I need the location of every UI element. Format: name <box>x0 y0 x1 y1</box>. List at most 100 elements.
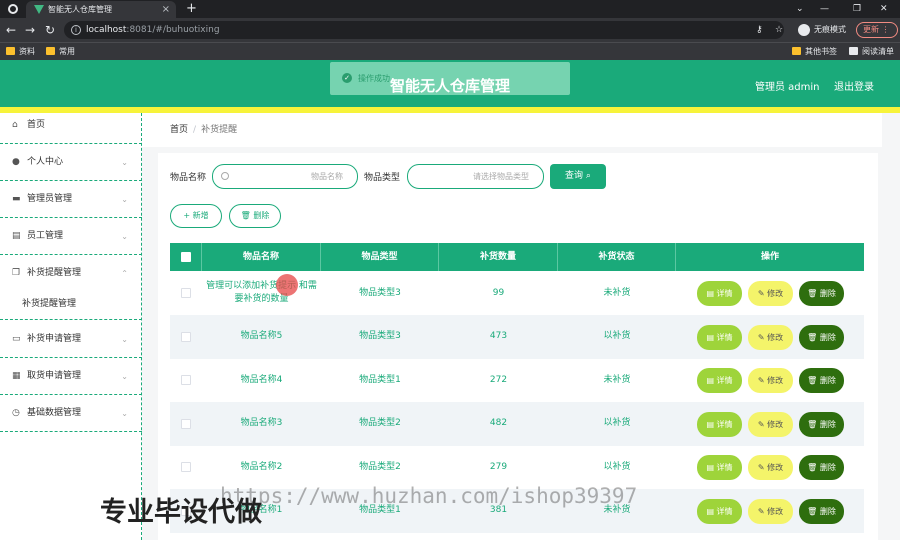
browser-tab[interactable]: 智能无人仓库管理 × <box>26 1 176 18</box>
delete-button[interactable]: 🗑 删除 <box>799 411 844 437</box>
sidebar-item-restock-reminder[interactable]: ❐ 补货提醒管理 ⌃ <box>0 255 142 292</box>
breadcrumb: 首页 / 补货提醒 <box>142 113 882 147</box>
reload-icon[interactable]: ↻ <box>45 20 55 40</box>
detail-button[interactable]: ▤ 详情 <box>697 324 742 350</box>
incognito-profile[interactable]: 无痕模式 <box>798 21 846 39</box>
clock-icon: ◷ <box>12 408 20 418</box>
edit-button[interactable]: ✎ 修改 <box>748 455 793 480</box>
bookmark-folder[interactable]: 常用 <box>46 43 75 60</box>
doc-icon: ▤ <box>706 506 717 516</box>
delete-button[interactable]: 🗑 删除 <box>799 498 844 524</box>
back-icon[interactable]: ← <box>6 20 16 40</box>
vue-logo-icon <box>34 5 44 14</box>
pencil-icon: ✎ <box>757 332 768 342</box>
sidebar-item-profile[interactable]: ● 个人中心 ⌄ <box>0 144 142 181</box>
sidebar-item-label: 基础数据管理 <box>27 408 82 418</box>
sidebar-item-label: 管理员管理 <box>27 194 73 204</box>
add-button[interactable]: + 新增 <box>170 204 222 228</box>
row-checkbox[interactable] <box>181 418 191 429</box>
name-filter-placeholder: 物品名称 <box>311 172 343 181</box>
delete-button-label: 删除 <box>819 419 836 429</box>
cell-qty: 473 <box>489 331 508 341</box>
browser-urlbar: ← → ↻ i localhost:8081/#/buhuotixing <box>0 18 900 42</box>
tab-title: 智能无人仓库管理 <box>48 5 112 14</box>
detail-button[interactable]: ▤ 详情 <box>697 368 742 393</box>
sidebar-item-base-data[interactable]: ◷ 基础数据管理 ⌄ <box>0 395 142 432</box>
table-row[interactable]: 物品名称4 物品类型1 272 未补货 ▤ 详情 ✎ 修改 🗑 删除 <box>170 358 864 402</box>
address-bar[interactable]: i localhost:8081/#/buhuotixing <box>64 21 784 39</box>
window-close-icon[interactable]: ✕ <box>880 0 888 18</box>
folder-icon <box>792 47 801 55</box>
edit-button[interactable]: ✎ 修改 <box>748 281 793 306</box>
delete-button-label: 删除 <box>819 289 836 298</box>
update-button[interactable]: 更新 ⋮ <box>856 22 898 38</box>
info-icon[interactable]: i <box>71 25 81 35</box>
reading-list[interactable]: 阅读清单 <box>849 43 894 60</box>
detail-button[interactable]: ▤ 详情 <box>697 411 742 437</box>
sidebar-item-home[interactable]: ⌂ 首页 <box>0 107 142 144</box>
batch-delete-button[interactable]: 🗑 删除 <box>229 204 281 228</box>
edit-button[interactable]: ✎ 修改 <box>748 368 793 393</box>
delete-button[interactable]: 🗑 删除 <box>799 368 844 393</box>
minimize-icon[interactable]: — <box>820 0 829 18</box>
query-button[interactable]: 查询 ⌕ <box>550 164 606 189</box>
sidebar: ⌂ 首页 ● 个人中心 ⌄ ▬ 管理员管理 ⌄ ▤ 员工管理 ⌄ ❐ 补货提醒管… <box>0 113 142 540</box>
row-checkbox[interactable] <box>181 375 191 385</box>
trash-icon: 🗑 <box>807 419 820 429</box>
sidebar-item-staff[interactable]: ▤ 员工管理 ⌄ <box>0 218 142 255</box>
folder-icon <box>6 47 15 55</box>
admin-label: 管理员 admin <box>755 82 820 93</box>
bookmark-folder[interactable]: 其他书签 <box>792 43 837 60</box>
delete-button[interactable]: 🗑 删除 <box>799 455 844 480</box>
edit-button[interactable]: ✎ 修改 <box>748 498 793 524</box>
cell-name: 管理可以添加补货提示 和需要补货的数量 <box>206 281 317 304</box>
chevron-down-icon: ⌄ <box>121 409 128 418</box>
bookmark-folder[interactable]: 资料 <box>6 43 35 60</box>
delete-button-label: 删除 <box>819 506 836 516</box>
detail-button[interactable]: ▤ 详情 <box>697 498 742 524</box>
table-row[interactable]: 管理可以添加补货提示 和需要补货的数量 物品类型3 99 未补货 ▤ 详情 ✎ 修改 🗑 删… <box>170 271 864 315</box>
restore-icon[interactable]: ❐ <box>853 0 861 18</box>
row-checkbox[interactable] <box>181 462 191 472</box>
table-row[interactable]: 物品名称2 物品类型2 279 以补货 ▤ 详情 ✎ 修改 🗑 删除 <box>170 445 864 489</box>
star-icon[interactable]: ☆ <box>775 18 783 42</box>
chevron-down-icon[interactable]: ⌄ <box>796 0 804 18</box>
table-row[interactable]: 物品名称5 物品类型3 473 以补货 ▤ 详情 ✎ 修改 🗑 删除 <box>170 314 864 359</box>
type-filter-placeholder: 请选择物品类型 <box>473 172 529 181</box>
key-icon[interactable]: ⚷ <box>756 18 763 42</box>
reading-list-icon <box>849 47 858 55</box>
table-row[interactable]: 物品名称3 物品类型2 482 以补货 ▤ 详情 ✎ 修改 🗑 删除 <box>170 401 864 446</box>
sidebar-item-label: 员工管理 <box>27 231 64 241</box>
pencil-icon: ✎ <box>757 376 768 385</box>
cell-status: 未补货 <box>603 287 631 298</box>
edit-button[interactable]: ✎ 修改 <box>748 411 793 437</box>
watermark-url: https://www.huzhan.com/ishop39397 <box>220 484 638 508</box>
detail-button[interactable]: ▤ 详情 <box>697 455 742 480</box>
edit-button-label: 修改 <box>767 506 784 516</box>
row-checkbox[interactable] <box>181 331 191 342</box>
close-icon[interactable]: × <box>162 1 170 18</box>
logout-link[interactable]: 退出登录 <box>834 78 874 93</box>
sidebar-subitem-restock-reminder[interactable]: 补货提醒管理 <box>0 288 142 320</box>
forward-icon[interactable]: → <box>25 20 35 40</box>
delete-button-label: 删除 <box>819 376 836 385</box>
sidebar-item-pickup-request[interactable]: ▦ 取货申请管理 ⌄ <box>0 358 142 395</box>
detail-button-label: 详情 <box>716 289 733 298</box>
chevron-down-icon: ⌄ <box>121 335 128 344</box>
sidebar-item-restock-request[interactable]: ▭ 补货申请管理 ⌄ <box>0 321 142 358</box>
breadcrumb-home[interactable]: 首页 <box>170 125 188 135</box>
detail-button-label: 详情 <box>716 332 733 342</box>
type-filter-select[interactable]: 请选择物品类型 <box>407 164 544 189</box>
row-checkbox[interactable] <box>181 288 191 298</box>
detail-button[interactable]: ▤ 详情 <box>697 281 742 306</box>
select-all-checkbox[interactable] <box>181 252 191 262</box>
delete-button[interactable]: 🗑 删除 <box>799 281 844 306</box>
name-filter-input[interactable]: 物品名称 <box>212 164 358 189</box>
sidebar-item-label: 补货申请管理 <box>27 334 82 344</box>
new-tab-icon[interactable]: + <box>186 0 197 18</box>
delete-button[interactable]: 🗑 删除 <box>799 324 844 350</box>
sidebar-item-admins[interactable]: ▬ 管理员管理 ⌄ <box>0 181 142 218</box>
monitor-icon: ▭ <box>12 334 21 344</box>
edit-button[interactable]: ✎ 修改 <box>748 324 793 350</box>
type-filter-label: 物品类型 <box>364 173 401 183</box>
